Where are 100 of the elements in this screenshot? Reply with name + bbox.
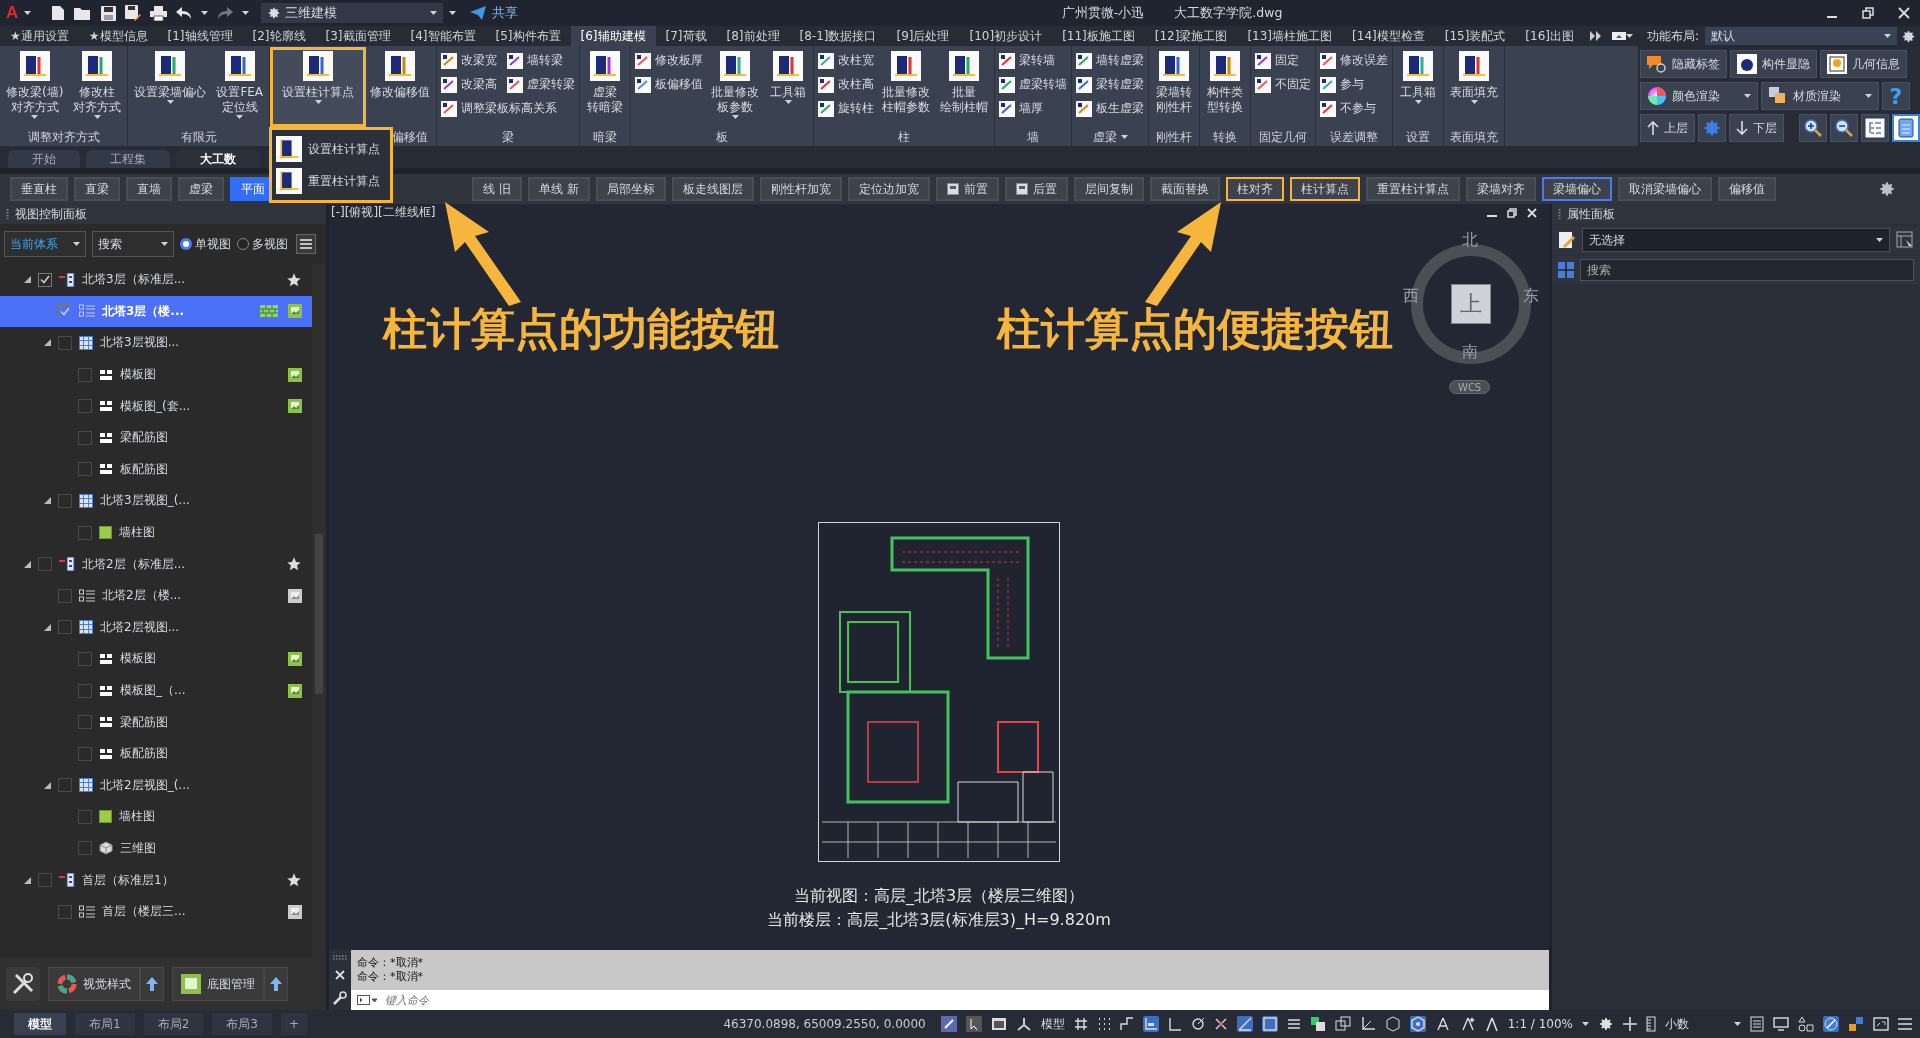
settings-button[interactable] (1698, 114, 1726, 142)
toolbar-button[interactable]: 重置柱计算点 (1365, 177, 1460, 201)
collapse-triangle-icon[interactable] (24, 276, 31, 284)
tree-row[interactable]: 三维图 (0, 832, 312, 865)
ribbon-tab[interactable]: ★模型信息 (78, 26, 158, 46)
display-button[interactable]: 几何信息 (1820, 50, 1907, 78)
star-icon[interactable] (286, 872, 302, 889)
add-layout-tab[interactable]: + (280, 1013, 307, 1035)
tree-row[interactable]: 北塔2层（标准层... (0, 548, 312, 580)
ucs-dropdown[interactable]: WCS (1449, 380, 1491, 394)
menu-icon[interactable] (296, 234, 316, 254)
system-dropdown[interactable]: 当前体系 (4, 231, 86, 257)
search-dropdown[interactable]: 搜索 (92, 231, 174, 257)
view-cube-face[interactable]: 上 (1451, 284, 1491, 324)
layout-tab[interactable]: 布局2 (143, 1013, 204, 1035)
redo-icon[interactable] (217, 7, 234, 19)
ribbon-tab[interactable]: [11]板施工图 (1052, 26, 1145, 46)
frame-icon[interactable] (1261, 1016, 1278, 1032)
save-as-icon[interactable] (125, 5, 142, 21)
ribbon-button[interactable]: 批量修改 板参数 (707, 49, 764, 125)
toolbar-button[interactable]: 线 旧 (472, 177, 522, 201)
lines-icon[interactable] (1286, 1017, 1301, 1031)
ribbon-button[interactable]: 梁墙转 刚性杆 (1151, 49, 1198, 125)
ribbon-button[interactable]: 设置FEA 定位线 (212, 49, 268, 125)
tree-row[interactable]: 北塔2层（楼... (0, 579, 312, 612)
function-layout-dropdown[interactable]: 默认 (1705, 27, 1897, 45)
ribbon-tab[interactable]: [12]梁施工图 (1144, 26, 1238, 46)
ribbon-tab[interactable]: [14]模型检查 (1342, 26, 1435, 46)
units-dropdown[interactable]: 小数 (1665, 1015, 1725, 1033)
ribbon-button[interactable]: 表面填充 (1446, 49, 1503, 125)
grip-icon[interactable] (1558, 209, 1561, 219)
tree-checkbox[interactable] (78, 715, 92, 730)
ribbon-button[interactable]: 批量修改 柱帽参数 (878, 49, 935, 125)
ribbon-tab[interactable]: [5]构件布置 (485, 26, 571, 46)
toolbar-button[interactable]: 偏移值 (1717, 177, 1776, 201)
tree-row[interactable]: 梁配筋图 (0, 706, 312, 738)
panel-button[interactable]: 视觉样式 (48, 967, 140, 1001)
render-dropdown[interactable]: 颜色渲染 (1640, 82, 1758, 110)
ribbon-button[interactable]: 修改梁(墙) 对齐方式 (2, 49, 68, 125)
view-mode-radio[interactable]: 多视图 (237, 235, 288, 253)
tree-checkbox[interactable] (78, 683, 92, 698)
window-icon[interactable] (990, 1016, 1007, 1032)
toolbar-button[interactable]: 直梁 (74, 177, 120, 201)
tree-row[interactable]: 模板图_(套... (0, 390, 312, 422)
document-tab[interactable]: 开始 (8, 150, 80, 168)
collapse-triangle-icon[interactable] (24, 560, 31, 568)
panel-toggle-icon[interactable] (1612, 32, 1626, 40)
print-icon[interactable] (150, 5, 168, 21)
toolbar-button[interactable]: 柱计算点 (1289, 177, 1360, 201)
cube-icon[interactable] (1384, 1016, 1401, 1032)
ribbon-button[interactable]: 虚梁 转暗梁 (582, 49, 629, 125)
ribbon-small-button[interactable]: 固定 (1253, 51, 1302, 70)
layout-tab[interactable]: 模型 (14, 1013, 66, 1035)
tree-checkbox[interactable] (78, 809, 92, 824)
isolate-icon[interactable] (1823, 1016, 1839, 1032)
ribbon-small-button[interactable]: 参与 (1318, 75, 1367, 94)
snap-dots-icon[interactable] (1096, 1017, 1111, 1031)
zoom-out-button[interactable] (1830, 114, 1858, 142)
save-icon[interactable] (101, 5, 117, 21)
tree-checkbox[interactable] (38, 272, 52, 287)
target-icon[interactable] (1409, 1016, 1426, 1032)
ribbon-tab[interactable]: [3]截面管理 (315, 26, 401, 46)
toolbar-button[interactable]: 梁墙偏心 (1541, 177, 1612, 201)
toolbar-button[interactable]: 直墙 (126, 177, 172, 201)
step-icon[interactable] (1119, 1017, 1134, 1031)
close-icon[interactable] (1527, 208, 1537, 218)
prompt-icon[interactable] (357, 995, 377, 1005)
document-tab[interactable]: 大工数 (176, 150, 260, 168)
restore-icon[interactable] (1507, 208, 1517, 218)
cross-icon[interactable] (1213, 1017, 1228, 1031)
tree-row[interactable]: 墙柱图 (0, 801, 312, 833)
ribbon-button[interactable]: 批量 绘制柱帽 (936, 49, 993, 125)
tree-row[interactable]: 北塔3层视图_(... (0, 485, 312, 517)
tree-row[interactable]: 北塔3层（楼... (0, 295, 312, 328)
ribbon-tab[interactable]: [8]前处理 (716, 26, 790, 46)
collapse-triangle-icon[interactable] (44, 497, 51, 505)
ribbon-tab[interactable]: [13]墙柱施工图 (1237, 26, 1343, 46)
ribbon-small-button[interactable]: 改柱宽 (816, 51, 877, 70)
drawing-viewport[interactable]: [-][俯视][二维线框] 柱计算点的功能按钮 柱计算点的便捷按钮 北 西 上 东 南 WCS 当前视图：高层_北塔3层（楼层三维图） 当前楼层：高层_北塔3层(标准层3)_H=9.820m (329, 204, 1549, 950)
ribbon-tab[interactable]: [2]轮廓线 (242, 26, 316, 46)
expand-up-button[interactable] (140, 967, 164, 1001)
workspace-dropdown[interactable]: 三维建模 (261, 3, 444, 23)
ribbon-small-button[interactable]: 修改误差 (1318, 51, 1391, 70)
ribbon-small-button[interactable]: 梁转虚梁 (1074, 75, 1147, 94)
plus-icon[interactable] (1623, 1017, 1637, 1031)
floor-up-button[interactable]: 上层 (1640, 114, 1695, 142)
clean-screen-icon[interactable] (1873, 1017, 1889, 1031)
toolbar-button[interactable]: 定位边加宽 (847, 177, 930, 201)
ribbon-button[interactable]: 构件类 型转换 (1202, 49, 1249, 125)
help-button[interactable]: ? (1882, 82, 1910, 110)
tripod-icon[interactable] (1015, 1016, 1032, 1032)
ribbon-small-button[interactable]: 修改板厚 (633, 51, 706, 70)
gear-icon[interactable] (1598, 1016, 1614, 1032)
grid-icon[interactable] (1073, 1017, 1088, 1031)
ribbon-small-button[interactable]: 改梁宽 (439, 51, 500, 70)
ribbon-small-button[interactable]: 梁转墙 (997, 51, 1058, 70)
tree-row[interactable]: 板配筋图 (0, 737, 312, 770)
pen-icon[interactable] (940, 1016, 957, 1032)
display-button[interactable]: 构件显隐 (1730, 50, 1817, 78)
ribbon-tab[interactable]: [9]后处理 (886, 26, 960, 46)
